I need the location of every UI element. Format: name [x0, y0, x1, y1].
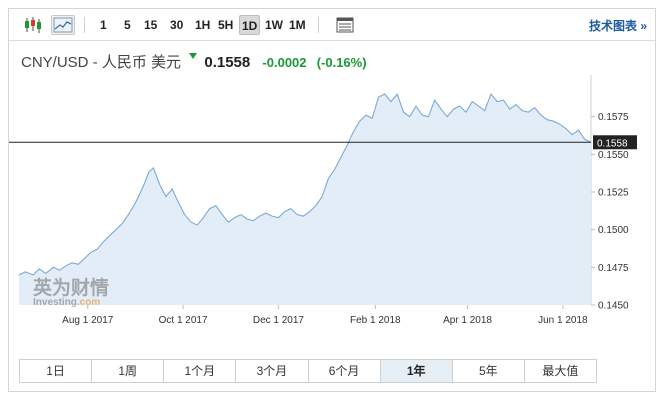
- y-tick-label: 0.1475: [598, 263, 629, 274]
- range-1-week[interactable]: 1周: [92, 360, 165, 382]
- y-tick-label: 0.1525: [598, 188, 629, 199]
- investing-watermark-logo: 英为财情 Investing.com: [33, 273, 133, 317]
- current-price-label: 0.1558: [597, 138, 628, 149]
- x-tick-label: Jun 1 2018: [538, 315, 588, 326]
- x-tick-label: Oct 1 2017: [159, 315, 208, 326]
- range-max[interactable]: 最大值: [524, 360, 596, 382]
- x-tick-label: Feb 1 2018: [350, 315, 401, 326]
- y-tick-label: 0.1575: [598, 112, 629, 123]
- watermark-en: Investing.com: [33, 297, 101, 308]
- watermark-cn: 英为财情: [33, 278, 110, 299]
- time-range-bar: 1日 1周 1个月 3个月 6个月 1年 5年 最大值: [19, 359, 597, 383]
- range-1-year[interactable]: 1年: [380, 360, 453, 382]
- range-1-day[interactable]: 1日: [20, 360, 93, 382]
- y-tick-label: 0.1550: [598, 150, 629, 161]
- y-tick-label: 0.1500: [598, 225, 629, 236]
- range-6-months[interactable]: 6个月: [308, 360, 381, 382]
- y-tick-label: 0.1450: [598, 301, 629, 312]
- x-tick-label: Apr 1 2018: [443, 315, 492, 326]
- range-1-month[interactable]: 1个月: [164, 360, 237, 382]
- chart-widget: 1 5 15 30 1H 5H 1D 1W 1M 技术图表 » CNY/USD …: [8, 8, 656, 392]
- x-tick-label: Dec 1 2017: [253, 315, 305, 326]
- range-3-months[interactable]: 3个月: [236, 360, 309, 382]
- range-5-years[interactable]: 5年: [452, 360, 525, 382]
